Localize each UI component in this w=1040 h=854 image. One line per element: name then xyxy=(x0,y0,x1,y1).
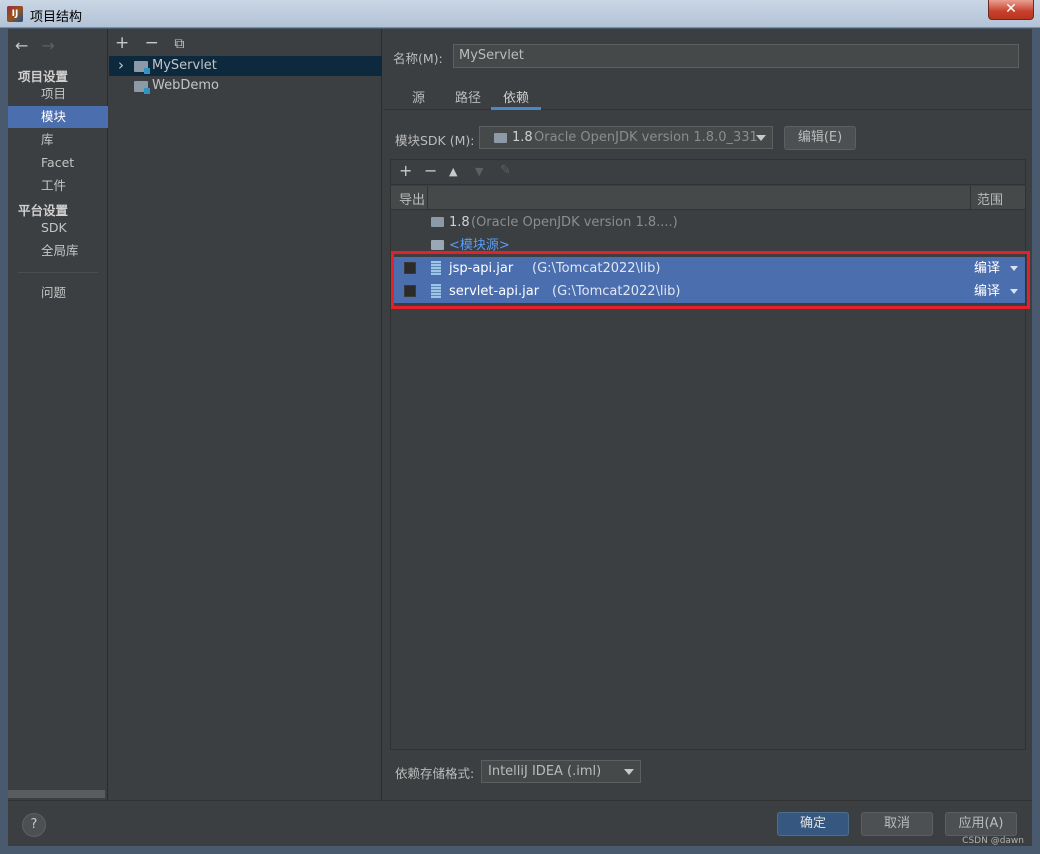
sdk-folder-icon xyxy=(494,133,507,143)
module-name: MyServlet xyxy=(152,58,217,73)
nav-item-problems[interactable]: 问题 xyxy=(8,282,108,304)
storage-format-select[interactable]: IntelliJ IDEA (.iml) xyxy=(481,760,641,783)
name-label: 名称(M): xyxy=(393,51,443,66)
module-folder-icon xyxy=(134,81,150,94)
cancel-button[interactable]: 取消 xyxy=(861,812,933,836)
back-arrow-icon[interactable]: ← xyxy=(15,36,28,55)
help-button[interactable]: ? xyxy=(22,813,46,837)
remove-icon[interactable]: − xyxy=(145,33,159,53)
chevron-down-icon xyxy=(624,769,634,775)
tab-sources[interactable]: 源 xyxy=(400,87,437,110)
tree-item-webdemo[interactable]: WebDemo xyxy=(109,76,382,96)
sdk-version: 1.8 xyxy=(512,130,533,145)
tree-item-myservlet[interactable]: › MyServlet xyxy=(109,56,382,76)
dependency-row-jdk[interactable]: 1.8 (Oracle OpenJDK version 1.8....) xyxy=(391,211,1025,234)
dependencies-toolbar: + − ▲ ▼ ✎ xyxy=(391,160,1025,185)
sdk-label: 模块SDK (M): xyxy=(395,133,475,148)
nav-item-facets[interactable]: Facet xyxy=(8,152,108,174)
title-bar: IJ 项目结构 ✕ xyxy=(0,0,1040,28)
column-scope[interactable]: 范围 xyxy=(977,189,1003,208)
sdk-detail: Oracle OpenJDK version 1.8.0_331 xyxy=(534,130,758,145)
add-icon[interactable]: + xyxy=(399,161,412,180)
jdk-detail: (Oracle OpenJDK version 1.8....) xyxy=(471,215,678,230)
module-name-field[interactable]: MyServlet xyxy=(453,44,1019,68)
edit-pencil-icon[interactable]: ✎ xyxy=(500,163,511,178)
expand-chevron-icon[interactable]: › xyxy=(118,55,124,75)
intellij-logo-icon: IJ xyxy=(7,6,23,22)
module-folder-icon xyxy=(134,61,150,74)
module-sdk-select[interactable]: 1.8 Oracle OpenJDK version 1.8.0_331 xyxy=(479,126,773,149)
module-details-panel: 名称(M): MyServlet 源 路径 依赖 模块SDK (M): 1.8 … xyxy=(383,29,1032,800)
watermark: CSDN @dawn xyxy=(962,836,1024,846)
tab-dependencies[interactable]: 依赖 xyxy=(491,87,542,110)
tab-paths[interactable]: 路径 xyxy=(443,87,493,110)
nav-scrollbar[interactable] xyxy=(8,790,105,798)
apply-button[interactable]: 应用(A) xyxy=(945,812,1017,836)
close-window-button[interactable]: ✕ xyxy=(988,0,1034,20)
column-export[interactable]: 导出 xyxy=(399,189,425,208)
remove-icon[interactable]: − xyxy=(424,161,437,180)
settings-nav: ← → 项目设置 项目 模块 库 Facet 工件 平台设置 SDK 全局库 问… xyxy=(8,29,108,800)
storage-format-label: 依赖存储格式: xyxy=(395,766,475,781)
edit-sdk-button[interactable]: 编辑(E) xyxy=(784,126,856,150)
add-icon[interactable]: + xyxy=(115,33,129,53)
nav-item-modules[interactable]: 模块 xyxy=(8,106,108,128)
window-title: 项目结构 xyxy=(30,10,83,25)
nav-item-libraries[interactable]: 库 xyxy=(8,129,108,151)
tree-toolbar: + − ⧉ xyxy=(115,33,194,53)
nav-item-global-libraries[interactable]: 全局库 xyxy=(8,240,108,262)
module-tabs: 源 路径 依赖 xyxy=(383,82,1032,110)
module-name: WebDemo xyxy=(152,78,219,93)
copy-icon[interactable]: ⧉ xyxy=(174,36,184,52)
nav-item-project[interactable]: 项目 xyxy=(8,83,108,105)
chevron-down-icon xyxy=(756,135,766,141)
jdk-name: 1.8 xyxy=(449,215,470,230)
nav-item-artifacts[interactable]: 工件 xyxy=(8,175,108,197)
sdk-folder-icon xyxy=(431,217,444,227)
annotation-highlight-box xyxy=(391,251,1030,309)
history-arrows: ← → xyxy=(15,36,55,55)
forward-arrow-icon[interactable]: → xyxy=(42,36,55,55)
nav-divider xyxy=(18,272,98,273)
dependencies-table: + − ▲ ▼ ✎ 导出 范围 1.8 (Oracle OpenJDK vers… xyxy=(390,159,1026,750)
dialog-body: ← → 项目设置 项目 模块 库 Facet 工件 平台设置 SDK 全局库 问… xyxy=(8,29,1032,846)
source-folder-icon xyxy=(431,240,444,250)
storage-format-value: IntelliJ IDEA (.iml) xyxy=(488,764,602,779)
dialog-footer: ? 确定 取消 应用(A) CSDN @dawn xyxy=(8,800,1032,846)
dependencies-header: 导出 范围 xyxy=(391,186,1025,210)
move-down-icon[interactable]: ▼ xyxy=(475,165,483,178)
module-tree-panel: + − ⧉ › MyServlet WebDemo xyxy=(109,29,382,800)
move-up-icon[interactable]: ▲ xyxy=(449,165,457,178)
nav-item-sdk[interactable]: SDK xyxy=(8,217,108,239)
ok-button[interactable]: 确定 xyxy=(777,812,849,836)
